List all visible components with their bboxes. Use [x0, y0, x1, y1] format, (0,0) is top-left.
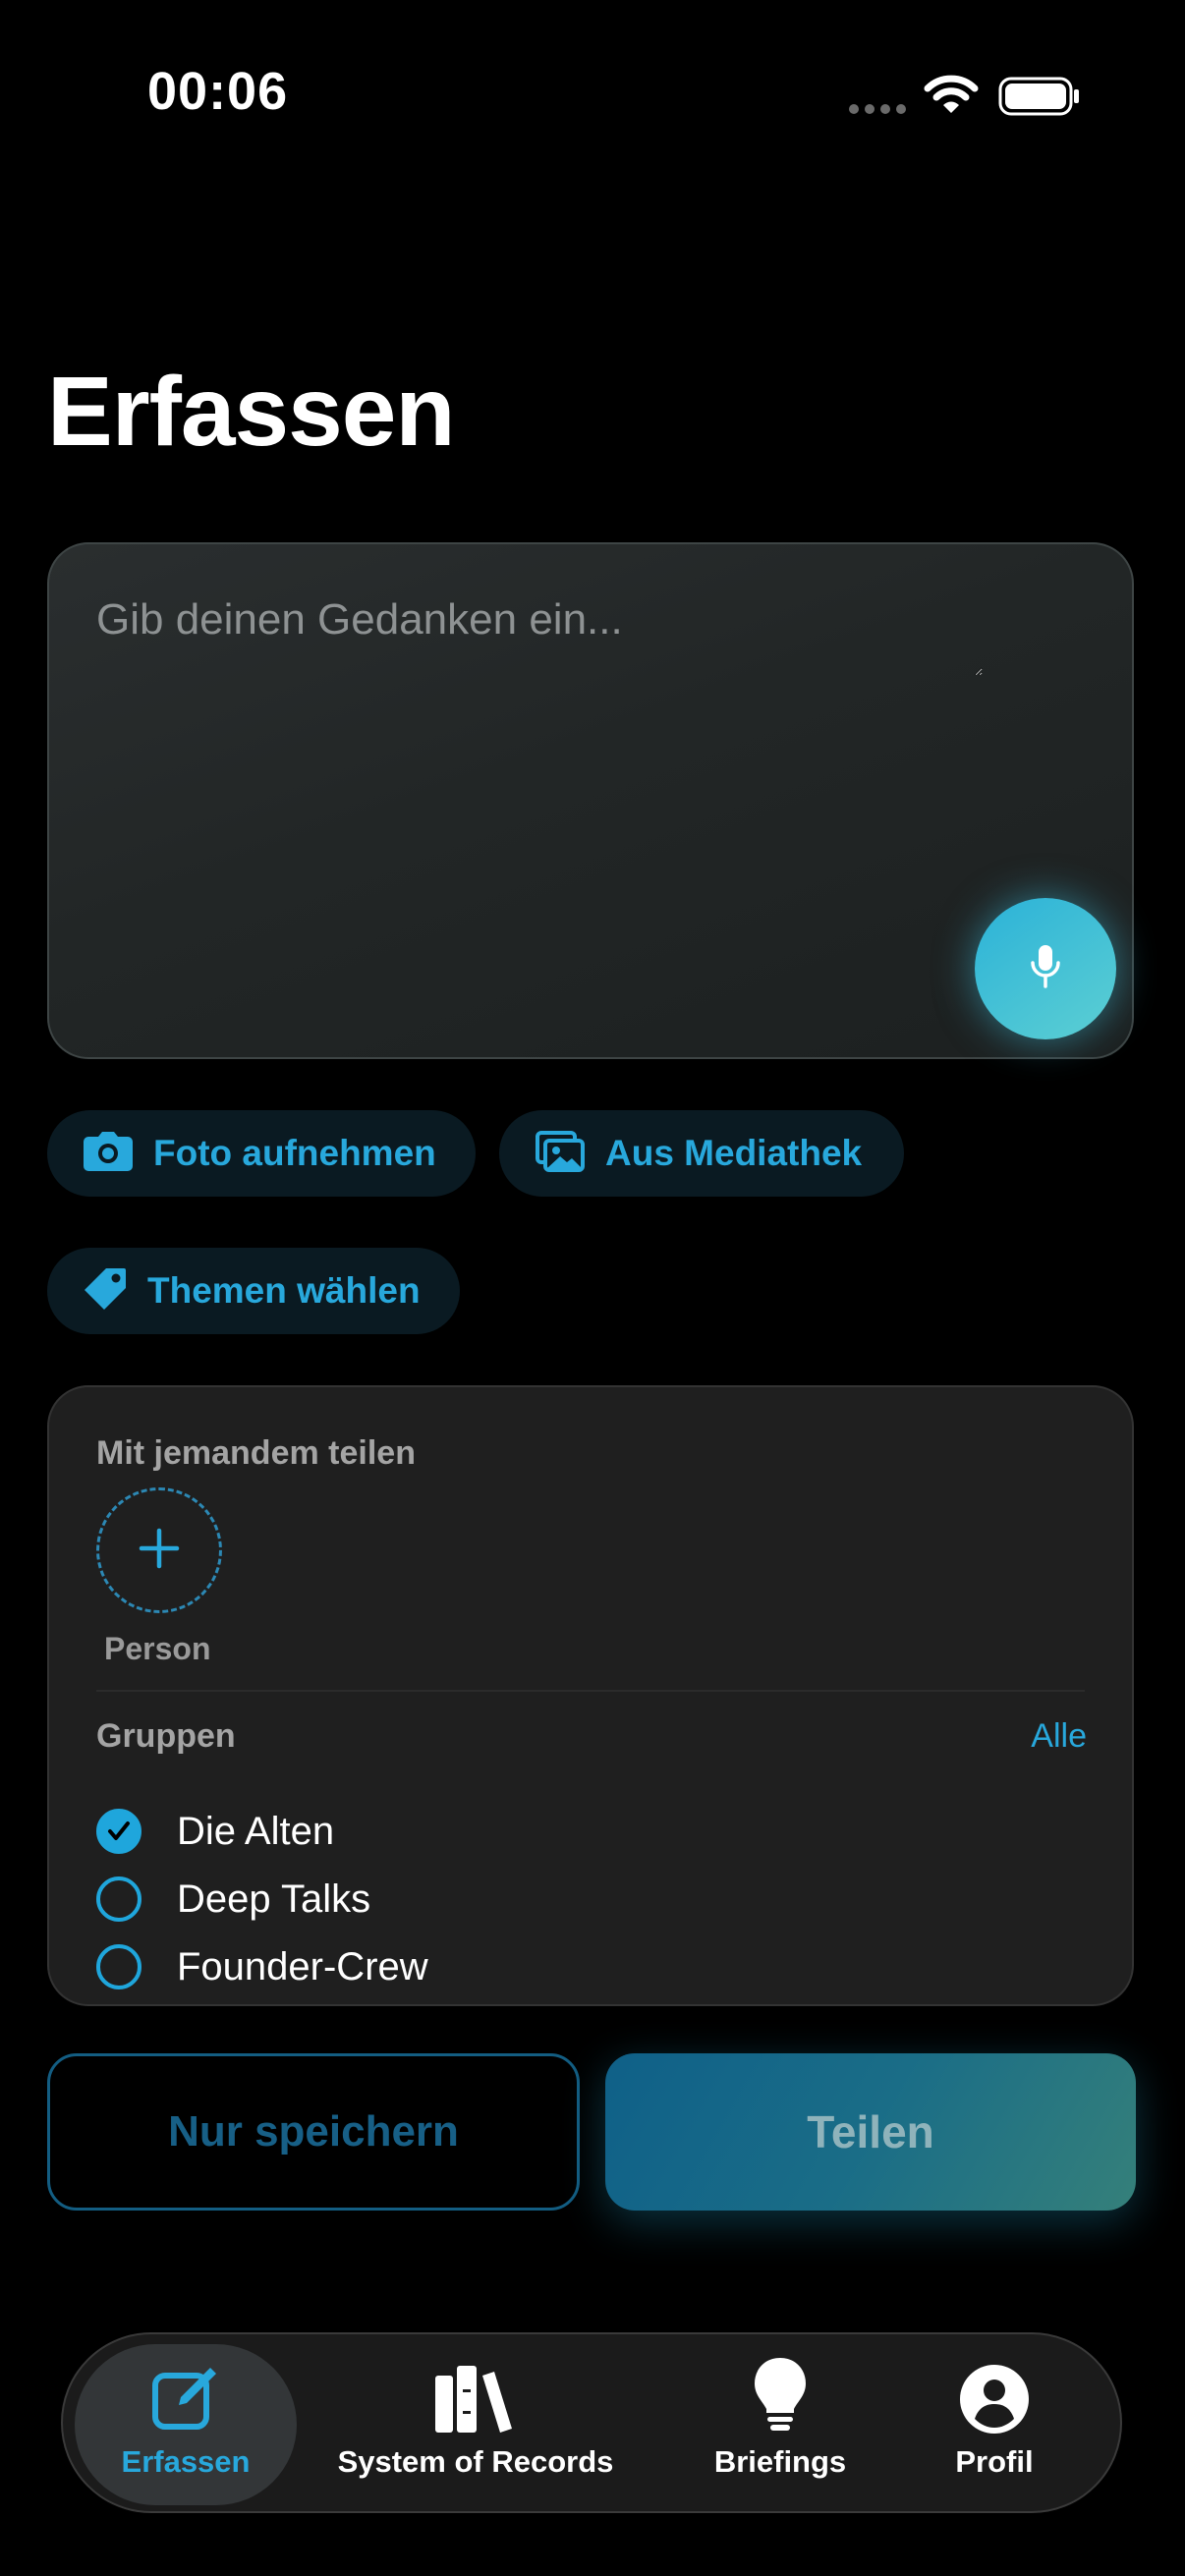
person-circle-icon	[959, 2344, 1030, 2435]
page-title: Erfassen	[47, 357, 455, 467]
group-label: Deep Talks	[177, 1876, 371, 1921]
share-card: Mit jemandem teilen Person Gruppen Alle …	[47, 1385, 1134, 2006]
take-photo-label: Foto aufnehmen	[153, 1133, 436, 1173]
tab-briefings[interactable]: Briefings	[692, 2344, 869, 2505]
microphone-button[interactable]	[975, 898, 1116, 1039]
compose-icon	[149, 2344, 222, 2435]
camera-icon	[83, 1131, 134, 1177]
battery-icon	[998, 77, 1081, 121]
group-label: Die Alten	[177, 1809, 335, 1853]
group-row-die-alten[interactable]: Die Alten	[96, 1802, 334, 1861]
groups-heading: Gruppen	[96, 1717, 236, 1755]
tab-bar: Erfassen System of Records Briefings Pro…	[61, 2332, 1122, 2513]
radio-empty-icon[interactable]	[96, 1944, 141, 1989]
take-photo-button[interactable]: Foto aufnehmen	[47, 1110, 476, 1197]
tag-icon	[83, 1266, 128, 1316]
tab-profil[interactable]: Profil	[926, 2344, 1063, 2505]
choose-topics-label: Themen wählen	[147, 1270, 421, 1311]
microphone-icon	[1026, 941, 1065, 997]
thought-input-card	[47, 542, 1134, 1059]
tab-label: System of Records	[337, 2444, 614, 2479]
lightbulb-icon	[753, 2344, 808, 2435]
share-button[interactable]: Teilen	[605, 2053, 1136, 2211]
tab-label: Profil	[955, 2444, 1034, 2479]
add-person-button[interactable]	[96, 1487, 222, 1613]
tab-erfassen[interactable]: Erfassen	[75, 2344, 297, 2505]
tab-label: Briefings	[713, 2444, 847, 2479]
from-library-button[interactable]: Aus Mediathek	[499, 1110, 904, 1197]
photo-library-icon	[535, 1130, 586, 1178]
plus-icon	[138, 1527, 181, 1575]
group-row-deep-talks[interactable]: Deep Talks	[96, 1870, 370, 1929]
cellular-signal-icon	[849, 104, 906, 114]
group-label: Founder-Crew	[177, 1944, 428, 1988]
share-heading: Mit jemandem teilen	[96, 1434, 416, 1472]
select-all-groups-link[interactable]: Alle	[1031, 1717, 1087, 1756]
save-only-button[interactable]: Nur speichern	[47, 2053, 580, 2211]
checkmark-icon[interactable]	[96, 1809, 141, 1854]
from-library-label: Aus Mediathek	[605, 1133, 863, 1173]
radio-empty-icon[interactable]	[96, 1876, 141, 1922]
thought-input[interactable]	[94, 593, 983, 676]
group-row-founder-crew[interactable]: Founder-Crew	[96, 1937, 428, 1996]
tab-label: Erfassen	[121, 2444, 251, 2479]
wifi-icon	[924, 75, 979, 121]
status-time: 00:06	[147, 62, 289, 121]
tab-system-of-records[interactable]: System of Records	[328, 2344, 623, 2505]
add-person-label: Person	[104, 1631, 211, 1666]
divider	[96, 1690, 1085, 1692]
books-icon	[433, 2344, 518, 2435]
choose-topics-button[interactable]: Themen wählen	[47, 1248, 460, 1334]
